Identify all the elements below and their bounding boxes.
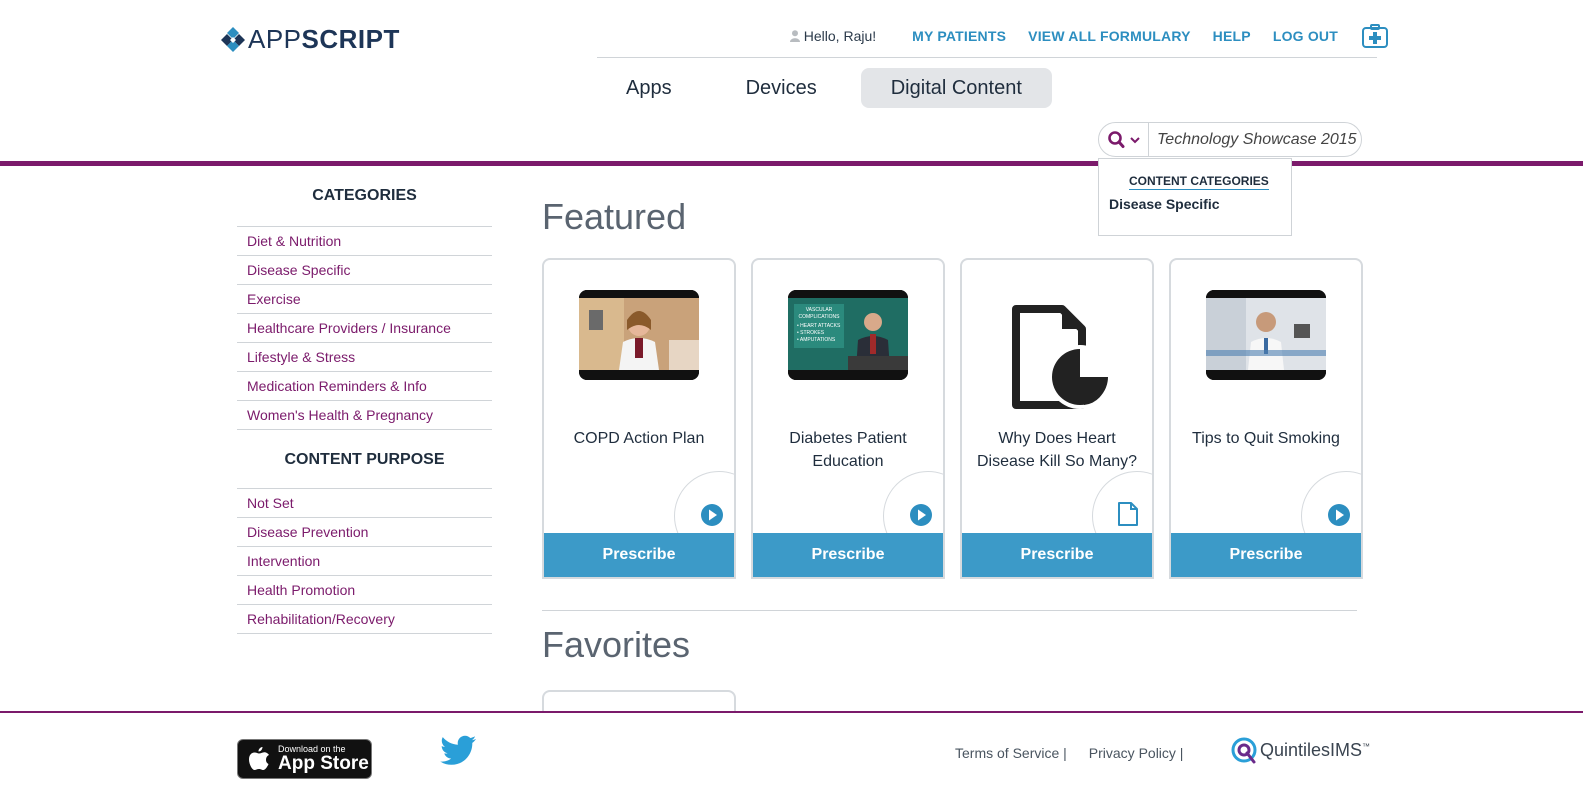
play-icon xyxy=(1328,504,1350,526)
sidebar-item-healthcare-providers[interactable]: Healthcare Providers / Insurance xyxy=(237,314,492,343)
content-card[interactable]: VASCULAR COMPLICATIONS • HEART ATTACKS •… xyxy=(751,258,945,579)
featured-cards: COPD Action Plan Prescribe VASCULAR COMP… xyxy=(542,258,1378,579)
top-navigation: Hello, Raju! MY PATIENTS VIEW ALL FORMUL… xyxy=(789,24,1388,48)
partner-trademark: ™ xyxy=(1362,741,1371,751)
header-purple-bar xyxy=(0,161,1583,166)
apple-icon xyxy=(249,747,269,770)
sidebar-item-rehabilitation[interactable]: Rehabilitation/Recovery xyxy=(237,605,492,634)
sidebar-item-disease-prevention[interactable]: Disease Prevention xyxy=(237,518,492,547)
search-scope-button[interactable] xyxy=(1099,123,1149,156)
appscript-logo[interactable]: APPSCRIPT xyxy=(220,24,400,55)
prescribe-button[interactable]: Prescribe xyxy=(544,533,734,577)
categories-heading: CATEGORIES xyxy=(312,187,417,204)
tab-devices[interactable]: Devices xyxy=(716,68,847,108)
app-store-big-text: App Store xyxy=(278,753,369,774)
chevron-down-icon xyxy=(1129,136,1140,143)
sidebar-item-diet-nutrition[interactable]: Diet & Nutrition xyxy=(237,227,492,256)
sidebar-item-disease-specific[interactable]: Disease Specific xyxy=(237,256,492,285)
tab-apps[interactable]: Apps xyxy=(596,68,702,108)
user-icon xyxy=(789,30,800,42)
sidebar-item-not-set[interactable]: Not Set xyxy=(237,489,492,518)
sidebar-item-health-promotion[interactable]: Health Promotion xyxy=(237,576,492,605)
content-card[interactable]: Why Does Heart Disease Kill So Many? Pre… xyxy=(960,258,1154,579)
card-title: Tips to Quit Smoking xyxy=(1192,430,1340,447)
document-chart-icon[interactable] xyxy=(1012,305,1108,413)
footer-links: Terms of Service | Privacy Policy | xyxy=(955,745,1205,761)
terms-of-service-link[interactable]: Terms of Service | xyxy=(955,745,1067,761)
main-tabs: Apps Devices Digital Content xyxy=(596,68,1066,108)
sidebar-item-exercise[interactable]: Exercise xyxy=(237,285,492,314)
prescribe-button[interactable]: Prescribe xyxy=(753,533,943,577)
video-thumbnail[interactable]: VASCULAR COMPLICATIONS • HEART ATTACKS •… xyxy=(788,290,908,380)
document-icon xyxy=(1118,502,1138,526)
video-thumbnail[interactable] xyxy=(1206,290,1326,380)
app-store-badge[interactable]: Download on the App Store xyxy=(237,739,372,779)
quintiles-logo-icon xyxy=(1231,737,1257,764)
search-box xyxy=(1098,122,1362,157)
logo-mark-icon xyxy=(221,26,245,52)
thumb-text: VASCULAR xyxy=(806,307,833,313)
header-divider xyxy=(597,57,1377,58)
play-icon xyxy=(701,504,723,526)
privacy-policy-link[interactable]: Privacy Policy | xyxy=(1089,745,1184,761)
card-title: Diabetes Patient Education xyxy=(789,430,907,470)
purpose-list: Not Set Disease Prevention Intervention … xyxy=(237,488,492,634)
partner-text: QuintilesIMS xyxy=(1260,739,1363,760)
thumb-text: • AMPUTATIONS xyxy=(797,337,836,343)
search-input[interactable] xyxy=(1149,130,1357,149)
logo-text: APPSCRIPT xyxy=(248,24,400,54)
prescribe-button[interactable]: Prescribe xyxy=(1171,533,1361,577)
sidebar-item-lifestyle-stress[interactable]: Lifestyle & Stress xyxy=(237,343,492,372)
content-card[interactable]: Tips to Quit Smoking Prescribe xyxy=(1169,258,1363,579)
featured-heading: Featured xyxy=(542,196,687,237)
medical-kit-icon[interactable] xyxy=(1362,24,1388,48)
categories-list: Diet & Nutrition Disease Specific Exerci… xyxy=(237,226,492,430)
footer: Download on the App Store Terms of Servi… xyxy=(0,713,1583,791)
prescribe-button[interactable]: Prescribe xyxy=(962,533,1152,577)
search-suggestions-dropdown: CONTENT CATEGORIES Disease Specific xyxy=(1098,158,1292,236)
app-store-text: Download on the App Store xyxy=(278,745,369,774)
card-title: COPD Action Plan xyxy=(573,430,705,447)
sidebar: CATEGORIES Diet & Nutrition Disease Spec… xyxy=(237,186,492,634)
search-icon xyxy=(1107,130,1124,148)
thumb-text: • HEART ATTACKS xyxy=(797,323,841,329)
my-patients-link[interactable]: MY PATIENTS xyxy=(912,28,1006,44)
tab-digital-content[interactable]: Digital Content xyxy=(860,68,1052,108)
thumb-text: • STROKES xyxy=(797,330,825,336)
twitter-icon[interactable] xyxy=(439,735,477,767)
content-purpose-heading: CONTENT PURPOSE xyxy=(284,451,445,468)
video-thumbnail[interactable] xyxy=(579,290,699,380)
sidebar-item-womens-health[interactable]: Women's Health & Pregnancy xyxy=(237,401,492,430)
quintiles-ims-logo[interactable]: QuintilesIMS™ xyxy=(1230,736,1370,764)
content-card[interactable]: COPD Action Plan Prescribe xyxy=(542,258,736,579)
view-all-formulary-link[interactable]: VIEW ALL FORMULARY xyxy=(1028,28,1191,44)
card-title: Why Does Heart Disease Kill So Many? xyxy=(976,430,1138,470)
sidebar-item-medication-reminders[interactable]: Medication Reminders & Info xyxy=(237,372,492,401)
section-divider xyxy=(542,610,1357,611)
log-out-link[interactable]: LOG OUT xyxy=(1273,28,1338,44)
greeting-text: Hello, Raju! xyxy=(803,28,877,44)
user-greeting: Hello, Raju! xyxy=(789,28,877,44)
partner-name: QuintilesIMS™ xyxy=(1260,740,1370,761)
sidebar-item-intervention[interactable]: Intervention xyxy=(237,547,492,576)
dropdown-heading: CONTENT CATEGORIES xyxy=(1129,174,1269,190)
favorites-heading: Favorites xyxy=(542,624,691,665)
thumb-text: COMPLICATIONS xyxy=(798,314,840,320)
dropdown-item-disease-specific[interactable]: Disease Specific xyxy=(1109,196,1220,212)
play-icon xyxy=(910,504,932,526)
help-link[interactable]: HELP xyxy=(1213,28,1251,44)
